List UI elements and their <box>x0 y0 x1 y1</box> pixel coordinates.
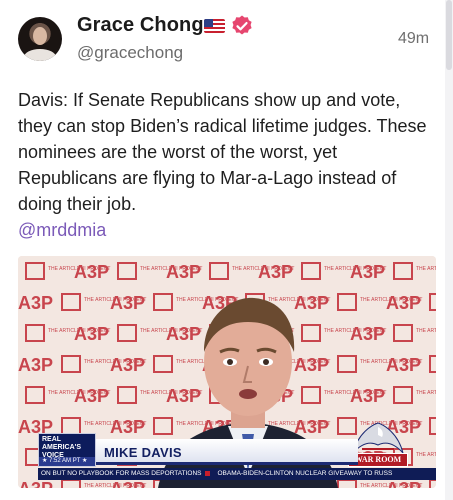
backdrop-logo: A3P <box>74 324 109 344</box>
backdrop-logo: A3P <box>386 355 421 375</box>
backdrop-logo: A3P <box>74 386 109 406</box>
us-flag-icon <box>204 19 225 33</box>
news-ticker: ON BUT NO PLAYBOOK FOR MASS DEPORTATIONS… <box>38 468 436 480</box>
lower-third: WAR ROOM REAL AMERICA'S VOICE ★ 7:52 AM … <box>18 422 436 488</box>
ticker-item-2: OBAMA-BIDEN-CLINTON NUCLEAR GIVEAWAY TO … <box>217 470 393 477</box>
scrollbar[interactable] <box>445 0 453 500</box>
scrollbar-thumb[interactable] <box>446 0 452 70</box>
author-handle[interactable]: @gracechong <box>77 43 183 63</box>
post-card: Grace Chong @gracechong 49m Davis: If Se… <box>0 0 445 500</box>
backdrop-small-text: THE ARTICLE III PROJECT <box>416 390 436 396</box>
backdrop-logo: A3P <box>74 262 109 282</box>
backdrop-small-text: THE ARTICLE III PROJECT <box>416 266 436 272</box>
author-name[interactable]: Grace Chong <box>77 14 204 37</box>
backdrop-logo: A3P <box>18 293 53 313</box>
post-timestamp[interactable]: 49m <box>398 30 429 48</box>
video-player[interactable]: A3P THE ARTICLE III PROJECT A3P THE ARTICLE… <box>18 256 436 488</box>
avatar-face <box>33 27 47 45</box>
verified-badge-icon <box>232 15 252 35</box>
post-body: Davis: If Senate Republicans show up and… <box>18 87 438 243</box>
backdrop-small-text: THE ARTICLE III PROJECT <box>416 328 436 334</box>
avatar-shoulders <box>24 49 56 61</box>
channel-logo: REAL AMERICA'S VOICE ★ 7:52 AM PT ★ <box>38 433 96 467</box>
name-bar: MIKE DAVIS <box>96 439 358 465</box>
broadcast-time: ★ 7:52 AM PT ★ <box>39 457 95 466</box>
speaker-name: MIKE DAVIS <box>104 445 182 460</box>
post-text: Davis: If Senate Republicans show up and… <box>18 90 427 214</box>
ticker-item-1: ON BUT NO PLAYBOOK FOR MASS DEPORTATIONS <box>41 470 202 477</box>
backdrop-logo: A3P <box>386 293 421 313</box>
avatar[interactable] <box>18 17 62 61</box>
mention-link[interactable]: @mrddmia <box>18 220 106 240</box>
backdrop-logo: A3P <box>18 355 53 375</box>
ticker-separator <box>205 470 211 476</box>
